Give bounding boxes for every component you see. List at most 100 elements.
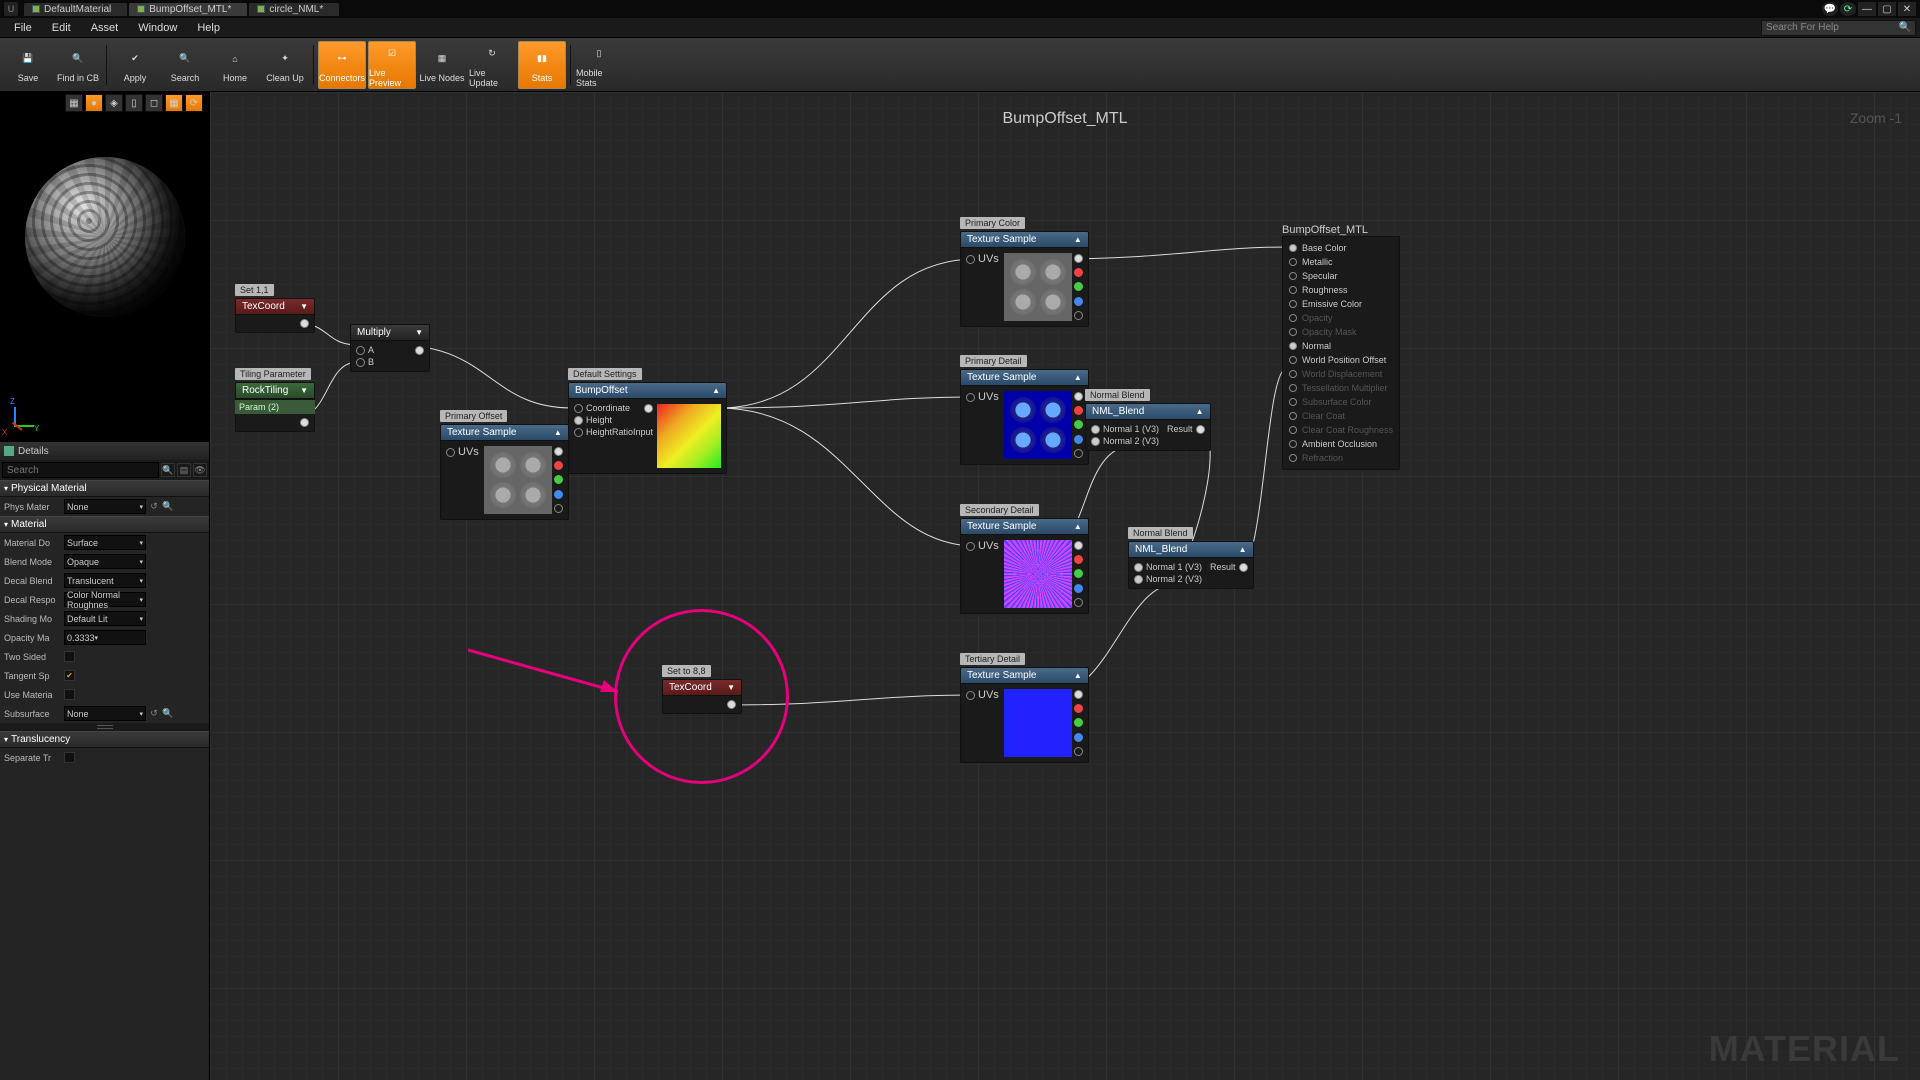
- output-pin-row[interactable]: Ambient Occlusion: [1289, 437, 1393, 451]
- menu-window[interactable]: Window: [128, 22, 187, 34]
- details-panel-header[interactable]: Details: [0, 442, 209, 460]
- browse-icon[interactable]: 🔍: [162, 501, 174, 513]
- toolbar-stats-button[interactable]: ▮▮Stats: [518, 41, 566, 89]
- input-pin[interactable]: [1289, 258, 1297, 266]
- output-pin-row[interactable]: Clear Coat Roughness: [1289, 423, 1393, 437]
- tab-circle-nml[interactable]: circle_NML*: [249, 3, 339, 16]
- node-texcoord-1[interactable]: Set 1,1 TexCoord▼: [235, 284, 315, 333]
- node-header[interactable]: Texture Sample▲: [440, 424, 569, 441]
- output-pin-row[interactable]: Subsurface Color: [1289, 395, 1393, 409]
- node-texture-sample-primary-detail[interactable]: Primary Detail Texture Sample▲ UVs: [960, 355, 1089, 465]
- expand-icon[interactable]: [0, 723, 209, 731]
- input-pin[interactable]: [1289, 384, 1297, 392]
- filter-icon[interactable]: ▤: [177, 463, 191, 477]
- output-pin-g[interactable]: [1074, 569, 1083, 578]
- preview-shape-button[interactable]: ▦: [65, 94, 83, 112]
- property-checkbox[interactable]: ✔: [64, 670, 75, 681]
- property-checkbox[interactable]: [64, 689, 75, 700]
- reset-icon[interactable]: ↺: [148, 501, 160, 513]
- menu-asset[interactable]: Asset: [81, 22, 129, 34]
- node-header[interactable]: Multiply▼: [350, 324, 430, 341]
- input-pin-n1[interactable]: [1134, 563, 1143, 572]
- preview-sphere-button[interactable]: ●: [85, 94, 103, 112]
- search-icon[interactable]: 🔍: [161, 463, 175, 477]
- input-pin[interactable]: [1289, 370, 1297, 378]
- minimize-button[interactable]: —: [1858, 2, 1876, 16]
- preview-cylinder-button[interactable]: ▯: [125, 94, 143, 112]
- input-pin-height[interactable]: [574, 416, 583, 425]
- tab-bumpoffset[interactable]: BumpOffset_MTL*: [129, 3, 247, 16]
- preview-plane-button[interactable]: ◈: [105, 94, 123, 112]
- output-pin[interactable]: [415, 346, 424, 355]
- output-pin-row[interactable]: Specular: [1289, 269, 1393, 283]
- input-pin[interactable]: [1289, 272, 1297, 280]
- input-pin-n1[interactable]: [1091, 425, 1100, 434]
- output-pin-b[interactable]: [554, 490, 563, 499]
- output-pin-r[interactable]: [1074, 704, 1083, 713]
- node-texture-sample-primary-color[interactable]: Primary Color Texture Sample▲ UVs: [960, 217, 1089, 327]
- node-texcoord-2[interactable]: Set to 8,8 TexCoord▼: [662, 665, 742, 714]
- output-pin-rgb[interactable]: [1074, 541, 1083, 550]
- output-pin-row[interactable]: World Position Offset: [1289, 353, 1393, 367]
- node-header[interactable]: Texture Sample▲: [960, 667, 1089, 684]
- input-pin-a[interactable]: [356, 346, 365, 355]
- node-header[interactable]: TexCoord▼: [662, 679, 742, 696]
- toolbar-clean-up-button[interactable]: ✦Clean Up: [261, 41, 309, 89]
- property-combo[interactable]: None: [64, 706, 146, 721]
- output-pin-row[interactable]: World Displacement: [1289, 367, 1393, 381]
- node-bump-offset[interactable]: Default Settings BumpOffset▲ Coordinate …: [568, 368, 727, 474]
- output-pin[interactable]: [300, 418, 309, 427]
- material-output-node[interactable]: BumpOffset_MTL Base ColorMetallicSpecula…: [1282, 224, 1400, 470]
- input-pin-b[interactable]: [356, 358, 365, 367]
- property-combo[interactable]: Color Normal Roughnes: [64, 592, 146, 607]
- output-pin-row[interactable]: Tessellation Multiplier: [1289, 381, 1393, 395]
- reset-icon[interactable]: ↺: [148, 708, 160, 720]
- input-pin-heightratio[interactable]: [574, 428, 583, 437]
- input-pin[interactable]: [1289, 300, 1297, 308]
- toolbar-home-button[interactable]: ⌂Home: [211, 41, 259, 89]
- input-pin-n2[interactable]: [1091, 437, 1100, 446]
- output-pin-g[interactable]: [1074, 282, 1083, 291]
- output-pin-row[interactable]: Normal: [1289, 339, 1393, 353]
- node-texture-sample-secondary-detail[interactable]: Secondary Detail Texture Sample▲ UVs: [960, 504, 1089, 614]
- output-pin-r[interactable]: [554, 461, 563, 470]
- output-pin-r[interactable]: [1074, 406, 1083, 415]
- output-pin[interactable]: [1196, 425, 1205, 434]
- material-graph[interactable]: BumpOffset_MTL Zoom -1 MATERIAL: [210, 92, 1920, 1080]
- output-pin[interactable]: [644, 404, 653, 413]
- menu-help[interactable]: Help: [187, 22, 230, 34]
- node-header[interactable]: NML_Blend▲: [1128, 541, 1254, 558]
- output-pin-b[interactable]: [1074, 435, 1083, 444]
- output-pin-row[interactable]: Refraction: [1289, 451, 1393, 465]
- help-search-input[interactable]: Search For Help🔍: [1761, 20, 1916, 36]
- toolbar-mobile-stats-button[interactable]: ▯Mobile Stats: [575, 41, 623, 89]
- node-header[interactable]: TexCoord▼: [235, 298, 315, 315]
- section-header[interactable]: Material: [0, 516, 209, 533]
- input-pin[interactable]: [1289, 454, 1297, 462]
- output-pin-row[interactable]: Opacity Mask: [1289, 325, 1393, 339]
- node-header[interactable]: Texture Sample▲: [960, 518, 1089, 535]
- feedback-icon[interactable]: 💬: [1822, 2, 1838, 16]
- section-header[interactable]: Translucency: [0, 731, 209, 748]
- node-header[interactable]: BumpOffset▲: [568, 382, 727, 399]
- input-pin[interactable]: [1289, 286, 1297, 294]
- property-combo[interactable]: Opaque: [64, 554, 146, 569]
- input-pin[interactable]: [1289, 314, 1297, 322]
- details-search-input[interactable]: [2, 462, 159, 478]
- property-combo[interactable]: Default Lit: [64, 611, 146, 626]
- output-pin-rgb[interactable]: [1074, 690, 1083, 699]
- property-combo[interactable]: None: [64, 499, 146, 514]
- property-text[interactable]: 0.3333: [64, 630, 146, 645]
- input-pin[interactable]: [1289, 328, 1297, 336]
- browse-icon[interactable]: 🔍: [162, 708, 174, 720]
- output-pin-b[interactable]: [1074, 733, 1083, 742]
- maximize-button[interactable]: ▢: [1878, 2, 1896, 16]
- toolbar-save-button[interactable]: 💾Save: [4, 41, 52, 89]
- input-pin-uvs[interactable]: [966, 255, 975, 264]
- output-pin[interactable]: [300, 319, 309, 328]
- input-pin-coord[interactable]: [574, 404, 583, 413]
- node-multiply[interactable]: Multiply▼ A B: [350, 324, 430, 372]
- output-pin[interactable]: [1239, 563, 1248, 572]
- output-pin-r[interactable]: [1074, 268, 1083, 277]
- output-pin-b[interactable]: [1074, 584, 1083, 593]
